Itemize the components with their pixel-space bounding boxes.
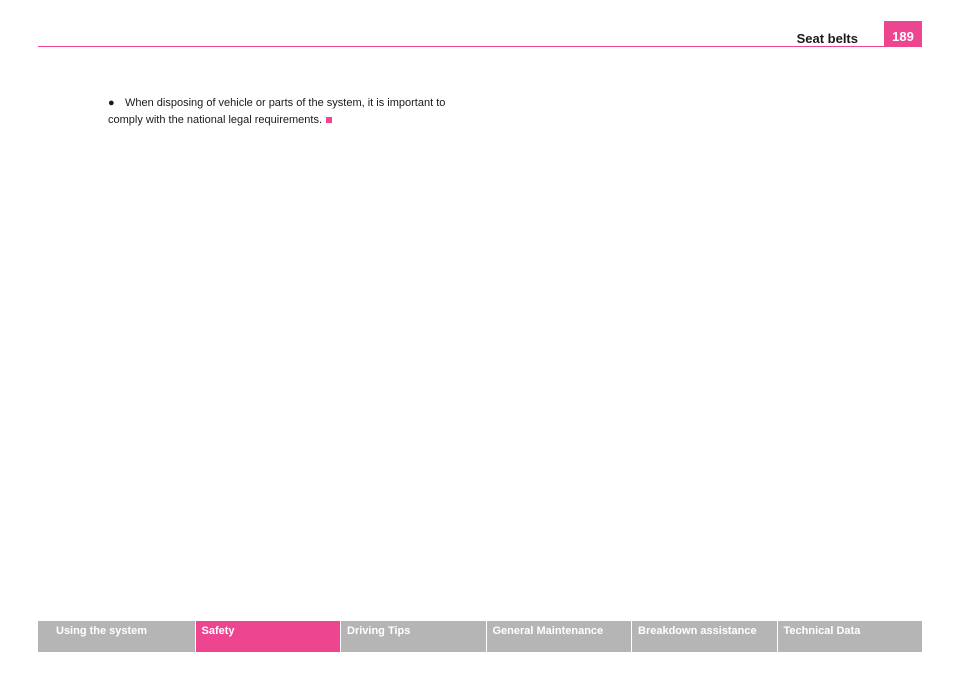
nav-tab-breakdown-assistance[interactable]: Breakdown assistance — [632, 621, 778, 652]
section-title: Seat belts — [796, 31, 858, 46]
header-divider — [38, 46, 922, 47]
bullet-line-1: ● When disposing of vehicle or parts of t… — [108, 95, 528, 112]
nav-tab-driving-tips[interactable]: Driving Tips — [341, 621, 487, 652]
bullet-text-1: When disposing of vehicle or parts of th… — [125, 97, 446, 109]
nav-tab-technical-data[interactable]: Technical Data — [777, 621, 922, 652]
nav-tab-general-maintenance[interactable]: General Maintenance — [486, 621, 632, 652]
bullet-text-2: comply with the national legal requireme… — [108, 114, 323, 126]
page-number: 189 — [884, 21, 922, 47]
bullet-paragraph: ● When disposing of vehicle or parts of t… — [108, 95, 528, 129]
nav-tab-safety[interactable]: Safety — [195, 621, 341, 652]
footer-nav: Using the system Safety Driving Tips Gen… — [38, 621, 922, 652]
nav-tab-using-the-system[interactable]: Using the system — [38, 621, 196, 652]
end-of-section-icon — [326, 117, 333, 123]
bullet-line-2: comply with the national legal requireme… — [108, 112, 528, 129]
bullet-icon: ● — [108, 97, 115, 109]
